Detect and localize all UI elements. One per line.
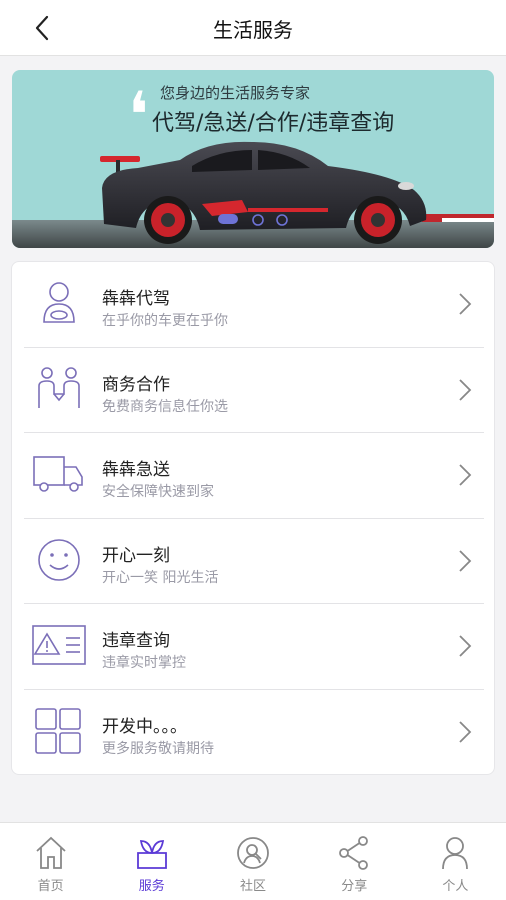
- grid-icon: [35, 708, 81, 754]
- service-name: 犇犇急送: [102, 460, 170, 481]
- chevron-right-icon: [459, 550, 472, 572]
- share-icon: [339, 836, 369, 870]
- driver-icon: [43, 282, 75, 323]
- service-name: 商务合作: [102, 374, 170, 395]
- service-list: 犇犇代驾 在乎你的车更在乎你 商务合作 免费商务信息任你选 犇犇急送 安全保障快…: [11, 261, 495, 775]
- plant-icon: [136, 840, 167, 869]
- smile-icon: [38, 538, 80, 581]
- tab-home[interactable]: 首页: [0, 823, 101, 900]
- page-title: 生活服务: [213, 18, 293, 42]
- service-item-fun[interactable]: 开心一刻 开心一笑 阳光生活: [12, 519, 496, 605]
- tab-community[interactable]: 社区: [202, 823, 303, 900]
- tab-label: 服务: [138, 879, 165, 894]
- chevron-right-icon: [459, 293, 472, 315]
- service-desc: 安全保障快速到家: [102, 484, 214, 501]
- service-desc: 免费商务信息任你选: [102, 398, 228, 415]
- tab-profile[interactable]: 个人: [405, 823, 506, 900]
- tab-share[interactable]: 分享: [304, 823, 405, 900]
- service-desc: 更多服务敬请期待: [102, 741, 214, 757]
- top-bar: 生活服务: [0, 0, 506, 56]
- tab-services[interactable]: 服务: [101, 823, 202, 900]
- chevron-right-icon: [459, 464, 472, 486]
- service-item-driver[interactable]: 犇犇代驾 在乎你的车更在乎你: [12, 262, 496, 348]
- tab-label: 个人: [442, 879, 469, 894]
- tab-label: 分享: [341, 879, 368, 894]
- service-item-business[interactable]: 商务合作 免费商务信息任你选: [12, 348, 496, 434]
- chevron-right-icon: [459, 635, 472, 658]
- person-icon: [442, 837, 469, 870]
- promo-banner[interactable]: ❛ 您身边的生活服务专家 代驾/急送/合作/违章查询: [12, 70, 494, 248]
- quote-mark-icon: ❛: [128, 79, 149, 153]
- violation-warning-icon: [32, 625, 86, 666]
- delivery-truck-icon: [33, 456, 83, 492]
- service-name: 违章查询: [102, 631, 170, 652]
- bottom-tab-bar: 首页 服务 社区 分享 个人: [0, 822, 506, 900]
- service-name: 开心一刻: [102, 545, 170, 566]
- business-partners-icon: [38, 366, 80, 408]
- service-item-delivery[interactable]: 犇犇急送 安全保障快速到家: [12, 433, 496, 519]
- service-desc: 在乎你的车更在乎你: [102, 313, 228, 329]
- banner-subtitle: 您身边的生活服务专家: [160, 84, 311, 102]
- service-name: 开发中。。。: [102, 717, 187, 737]
- community-icon: [237, 837, 269, 869]
- banner-headline: 代驾/急送/合作/违章查询: [152, 111, 395, 136]
- service-name: 犇犇代驾: [102, 289, 170, 309]
- tab-label: 社区: [240, 879, 267, 894]
- service-item-violation[interactable]: 违章查询 违章实时掌控: [12, 604, 496, 690]
- chevron-right-icon: [459, 378, 472, 401]
- service-desc: 违章实时掌控: [102, 655, 186, 672]
- home-icon: [35, 836, 66, 869]
- service-item-coming-soon[interactable]: 开发中。。。 更多服务敬请期待: [12, 690, 496, 776]
- chevron-right-icon: [459, 721, 472, 743]
- tab-label: 首页: [37, 879, 64, 894]
- service-desc: 开心一笑 阳光生活: [102, 569, 219, 586]
